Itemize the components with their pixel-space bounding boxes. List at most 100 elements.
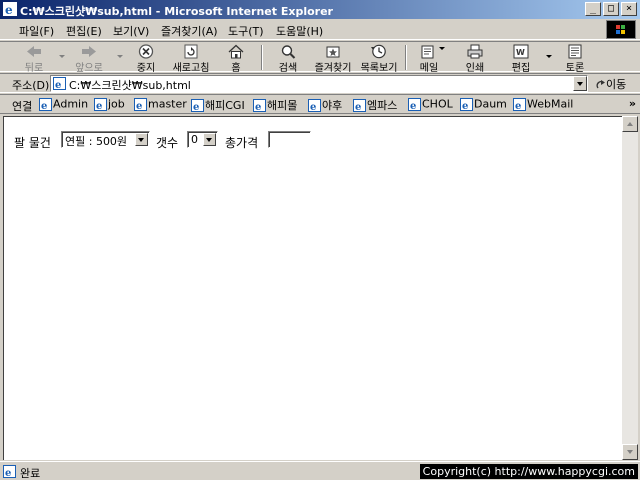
forward-button[interactable]: 앞으로 [70,43,108,74]
ie-page-icon: e [39,97,52,111]
links-more-button[interactable]: » [629,97,636,110]
discuss-button[interactable]: 토론 [560,43,590,74]
svg-text:e: e [136,101,142,111]
forward-arrow-icon [82,46,96,57]
go-arrow-icon [596,80,605,89]
history-icon [371,44,386,59]
svg-text:e: e [515,101,521,111]
close-button[interactable]: × [621,2,637,16]
links-bar: 연결 e Admin e job e master e 해피CGI e 해피몰 e 야후 e… [0,94,640,114]
toolbar-separator [405,45,407,70]
stop-label: 중지 [136,63,156,74]
minimize-button[interactable]: _ [585,2,601,16]
ie-page-icon: e [3,465,16,478]
edit-button[interactable]: W 편집 [506,43,536,74]
item-select-value: 연필 : 500원 [65,135,128,148]
window-title: C:₩스크린샷₩sub,html - Microsoft Internet Ex… [20,5,333,18]
favorites-icon [326,46,340,58]
svg-text:e: e [55,80,61,90]
home-label: 홈 [231,63,241,74]
menu-help[interactable]: 도움말(H) [276,23,323,39]
ie-page-icon: e [134,97,147,111]
scroll-down-button[interactable] [622,444,638,460]
link-happymall[interactable]: e 해피몰 [253,97,297,113]
menu-view[interactable]: 보기(V) [113,23,149,39]
ie-page-icon: e [408,97,421,111]
item-select-button[interactable] [135,133,148,146]
forward-label: 앞으로 [75,63,103,74]
edit-dropdown-icon[interactable] [546,55,552,58]
svg-text:e: e [355,102,361,112]
ie-page-icon: e [53,77,66,90]
forward-dropdown-icon[interactable] [117,55,123,58]
print-button[interactable]: 인쇄 [460,43,490,74]
vertical-scrollbar[interactable] [622,116,638,460]
link-daum[interactable]: e Daum [460,97,507,113]
menu-favorites[interactable]: 즐겨찾기(A) [161,23,218,39]
go-label: 이동 [606,78,627,91]
home-button[interactable]: 홈 [222,43,250,74]
refresh-label: 새로고침 [172,63,210,74]
title-bar[interactable]: e C:₩스크린샷₩sub,html - Microsoft Internet … [0,0,640,19]
stop-button[interactable]: 중지 [131,43,161,74]
address-input[interactable]: e C:₩스크린샷₩sub,html [50,75,588,92]
link-happycgi[interactable]: e 해피CGI [191,97,245,113]
svg-text:e: e [462,101,468,111]
history-button[interactable]: 목록보기 [357,43,401,74]
status-bar: e 완료 Copyright(c) http://www.happycgi.co… [0,461,640,480]
svg-text:e: e [410,101,416,111]
chevron-down-icon [577,82,583,86]
svg-text:e: e [310,102,316,112]
ie-page-icon: e [253,98,266,112]
svg-text:e: e [193,102,199,112]
link-yahoo[interactable]: e 야후 [308,97,342,113]
svg-text:e: e [5,3,13,16]
qty-label: 갯수 [156,136,179,150]
back-button[interactable]: 뒤로 [18,43,50,74]
link-admin[interactable]: e Admin [39,97,88,113]
windows-logo-icon [606,20,636,39]
address-dropdown-button[interactable] [573,76,587,91]
back-arrow-icon [27,46,41,57]
search-button[interactable]: 검색 [273,43,303,74]
search-label: 검색 [278,63,298,74]
ie-page-icon: e [94,97,107,111]
link-chol[interactable]: e CHOL [408,97,453,113]
chevron-down-icon [138,138,144,142]
address-bar: 주소(D) e C:₩스크린샷₩sub,html 이동 [0,73,640,93]
ie-page-icon: e [191,98,204,112]
link-webmail[interactable]: e WebMail [513,97,573,113]
link-job[interactable]: e job [94,97,125,113]
link-master[interactable]: e master [134,97,187,113]
menu-tools[interactable]: 도구(T) [228,23,264,39]
total-price-field[interactable] [268,131,311,148]
svg-text:e: e [41,101,47,111]
item-select[interactable]: 연필 : 500원 [61,131,150,148]
refresh-button[interactable]: 새로고침 [168,43,214,74]
qty-select[interactable]: 0 [187,131,218,148]
back-dropdown-icon[interactable] [59,55,65,58]
favorites-button[interactable]: 즐겨찾기 [311,43,355,74]
printer-icon [467,44,483,59]
copyright-watermark: Copyright(c) http://www.happycgi.com [419,464,638,479]
address-label: 주소(D) [12,79,50,92]
maximize-button[interactable]: □ [603,2,619,16]
menu-file[interactable]: 파일(F) [19,23,54,39]
menu-edit[interactable]: 편집(E) [66,23,102,39]
ie-page-icon: e [353,98,366,112]
svg-text:e: e [5,468,11,478]
home-icon [228,44,244,59]
qty-select-button[interactable] [203,133,216,146]
standard-toolbar: 뒤로 앞으로 중지 새로고침 홈 검색 즐겨찾기 목록보기 메일 인쇄 W 편집… [0,41,640,74]
menu-bar: 파일(F) 편집(E) 보기(V) 즐겨찾기(A) 도구(T) 도움말(H) [0,19,640,40]
go-button[interactable]: 이동 [596,76,626,92]
word-edit-icon: W [513,44,529,59]
scroll-up-button[interactable] [622,116,638,132]
back-label: 뒤로 [24,63,44,74]
page-content: 팔 물건 연필 : 500원 갯수 0 총가격 [3,116,622,460]
svg-text:e: e [255,102,261,112]
mail-dropdown-icon[interactable] [439,47,445,50]
svg-text:W: W [516,48,525,57]
link-empas[interactable]: e 엠파스 [353,97,397,113]
mail-label: 메일 [419,63,439,74]
